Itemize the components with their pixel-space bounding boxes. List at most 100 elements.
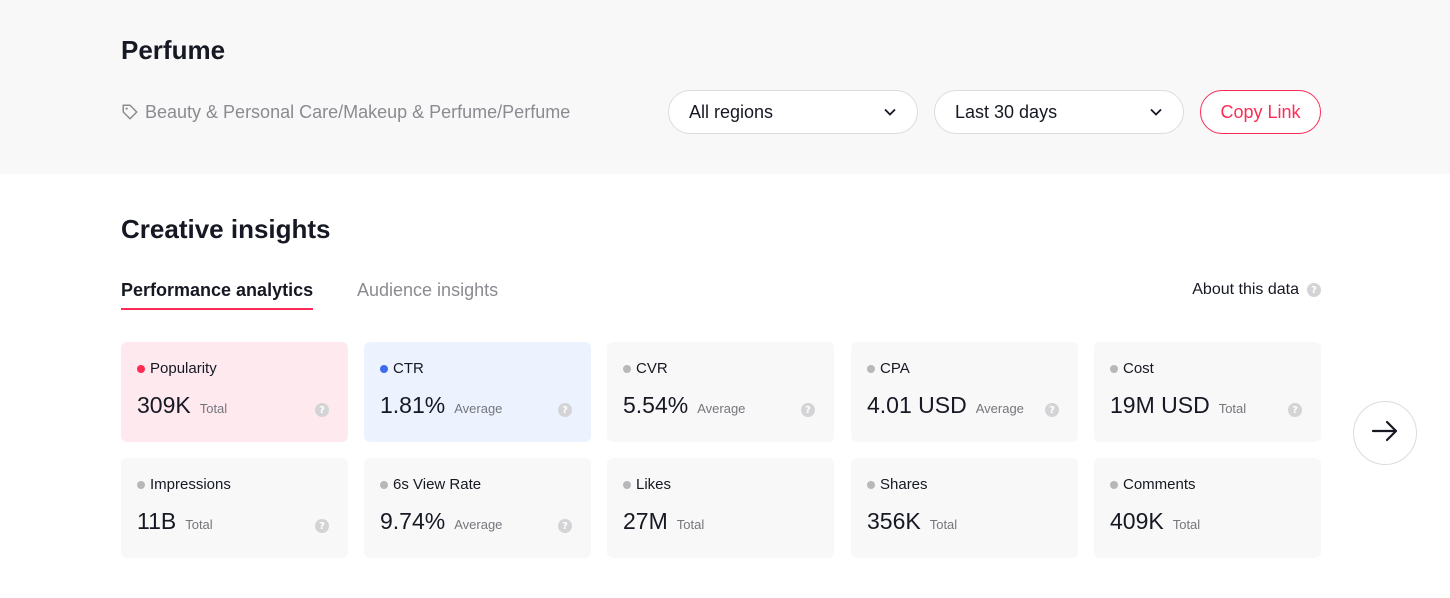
metric-label: Impressions [137, 476, 231, 493]
metric-value: 4.01 USD [867, 392, 967, 418]
about-this-data-link[interactable]: About this data ? [1192, 281, 1321, 299]
question-circle-icon[interactable]: ? [1307, 283, 1321, 297]
metric-value-row: 1.81% Average [380, 392, 502, 419]
metric-card-shares[interactable]: Shares 356K Total [851, 458, 1078, 558]
about-label: About this data [1192, 281, 1299, 298]
question-circle-icon[interactable]: ? [558, 403, 572, 417]
tab-label: Audience insights [357, 280, 499, 300]
metric-value-row: 409K Total [1110, 508, 1200, 535]
metric-label: Popularity [137, 360, 217, 377]
metric-label: Shares [867, 476, 928, 493]
metric-label-text: Likes [636, 476, 672, 493]
metric-unit: Total [676, 517, 705, 532]
status-dot [623, 480, 631, 489]
period-select-value: Last 30 days [955, 101, 1058, 122]
tab-performance-analytics[interactable]: Performance analytics [121, 280, 314, 310]
metric-card-cost[interactable]: Cost 19M USD Total? [1094, 342, 1321, 442]
chevron-down-icon [883, 105, 897, 119]
metric-label: CPA [867, 360, 910, 377]
tag-icon [121, 102, 141, 122]
tab-label: Performance analytics [121, 280, 314, 300]
metric-value-row: 309K Total [137, 392, 227, 419]
tab-audience-insights[interactable]: Audience insights [357, 280, 498, 301]
metric-value: 409K [1110, 508, 1164, 534]
region-select-value: All regions [689, 101, 774, 122]
metric-value: 1.81% [380, 392, 446, 418]
status-dot [137, 364, 145, 373]
status-dot [867, 480, 875, 489]
question-circle-icon[interactable]: ? [315, 403, 329, 417]
section-title: Creative insights [121, 214, 331, 244]
status-dot [1110, 480, 1118, 489]
metric-card-ctr[interactable]: CTR 1.81% Average? [364, 342, 591, 442]
metric-value-row: 19M USD Total [1110, 392, 1246, 419]
metric-label-text: Comments [1123, 476, 1196, 493]
metric-unit: Average [697, 401, 746, 416]
metric-label-text: Impressions [150, 476, 231, 493]
category-path: Beauty & Personal Care/Makeup & Perfume/… [145, 101, 571, 122]
question-circle-icon[interactable]: ? [558, 519, 572, 533]
arrow-right-icon [1370, 416, 1400, 451]
metric-value: 309K [137, 392, 191, 418]
metric-card-likes[interactable]: Likes 27M Total [607, 458, 834, 558]
metric-value-row: 356K Total [867, 508, 957, 535]
status-dot [623, 364, 631, 373]
status-dot [380, 364, 388, 373]
copy-link-button[interactable]: Copy Link [1200, 90, 1321, 134]
active-tab-indicator [121, 308, 314, 310]
question-circle-icon[interactable]: ? [1288, 403, 1302, 417]
metric-unit: Average [975, 401, 1024, 416]
metric-label: Likes [623, 476, 671, 493]
metric-unit: Total [929, 517, 958, 532]
metric-value: 19M USD [1110, 392, 1210, 418]
metric-card-cpa[interactable]: CPA 4.01 USD Average? [851, 342, 1078, 442]
next-arrow-button[interactable] [1353, 401, 1417, 465]
metric-unit: Total [199, 401, 228, 416]
metric-value: 9.74% [380, 508, 446, 534]
metric-unit: Average [454, 517, 503, 532]
chevron-down-icon [1149, 105, 1163, 119]
metric-value-row: 27M Total [623, 508, 704, 535]
metric-card-impressions[interactable]: Impressions 11B Total? [121, 458, 348, 558]
metric-label-text: Cost [1123, 360, 1154, 377]
region-select[interactable]: All regions [668, 90, 918, 134]
metric-label: Cost [1110, 360, 1154, 377]
status-dot [137, 480, 145, 489]
metric-value-row: 5.54% Average [623, 392, 745, 419]
question-circle-icon[interactable]: ? [801, 403, 815, 417]
category-breadcrumb: Beauty & Personal Care/Makeup & Perfume/… [121, 100, 570, 124]
status-dot [380, 480, 388, 489]
metric-value-row: 9.74% Average [380, 508, 502, 535]
period-select[interactable]: Last 30 days [934, 90, 1184, 134]
metric-unit: Total [185, 517, 213, 532]
metric-card-comments[interactable]: Comments 409K Total [1094, 458, 1321, 558]
question-circle-icon[interactable]: ? [1045, 403, 1059, 417]
metric-label-text: Popularity [150, 360, 217, 377]
metric-value: 356K [867, 508, 921, 534]
metric-label-text: Shares [880, 476, 928, 493]
metric-label-text: CPA [880, 360, 910, 377]
metric-card-6s-view-rate[interactable]: 6s View Rate 9.74% Average? [364, 458, 591, 558]
metric-value-row: 4.01 USD Average [867, 392, 1024, 419]
metric-label-text: 6s View Rate [393, 476, 482, 493]
metric-value: 11B [137, 508, 177, 534]
metric-label: CTR [380, 360, 424, 377]
status-dot [1110, 364, 1118, 373]
page-title: Perfume [121, 35, 226, 65]
status-dot [867, 364, 875, 373]
metric-value: 5.54% [623, 392, 689, 418]
metric-label-text: CTR [393, 360, 424, 377]
metric-label: CVR [623, 360, 668, 377]
metric-card-cvr[interactable]: CVR 5.54% Average? [607, 342, 834, 442]
metric-unit: Total [1218, 401, 1247, 416]
metric-value-row: 11B Total [137, 508, 213, 535]
page-header: Perfume Beauty & Personal Care/Makeup & … [0, 0, 1450, 174]
metric-card-popularity[interactable]: Popularity 309K Total? [121, 342, 348, 442]
metric-label: Comments [1110, 476, 1196, 493]
question-circle-icon[interactable]: ? [315, 519, 329, 533]
metric-label: 6s View Rate [380, 476, 481, 493]
metric-value: 27M [623, 508, 668, 534]
metric-unit: Average [454, 401, 503, 416]
metric-label-text: CVR [636, 360, 668, 377]
metric-unit: Total [1172, 517, 1201, 532]
